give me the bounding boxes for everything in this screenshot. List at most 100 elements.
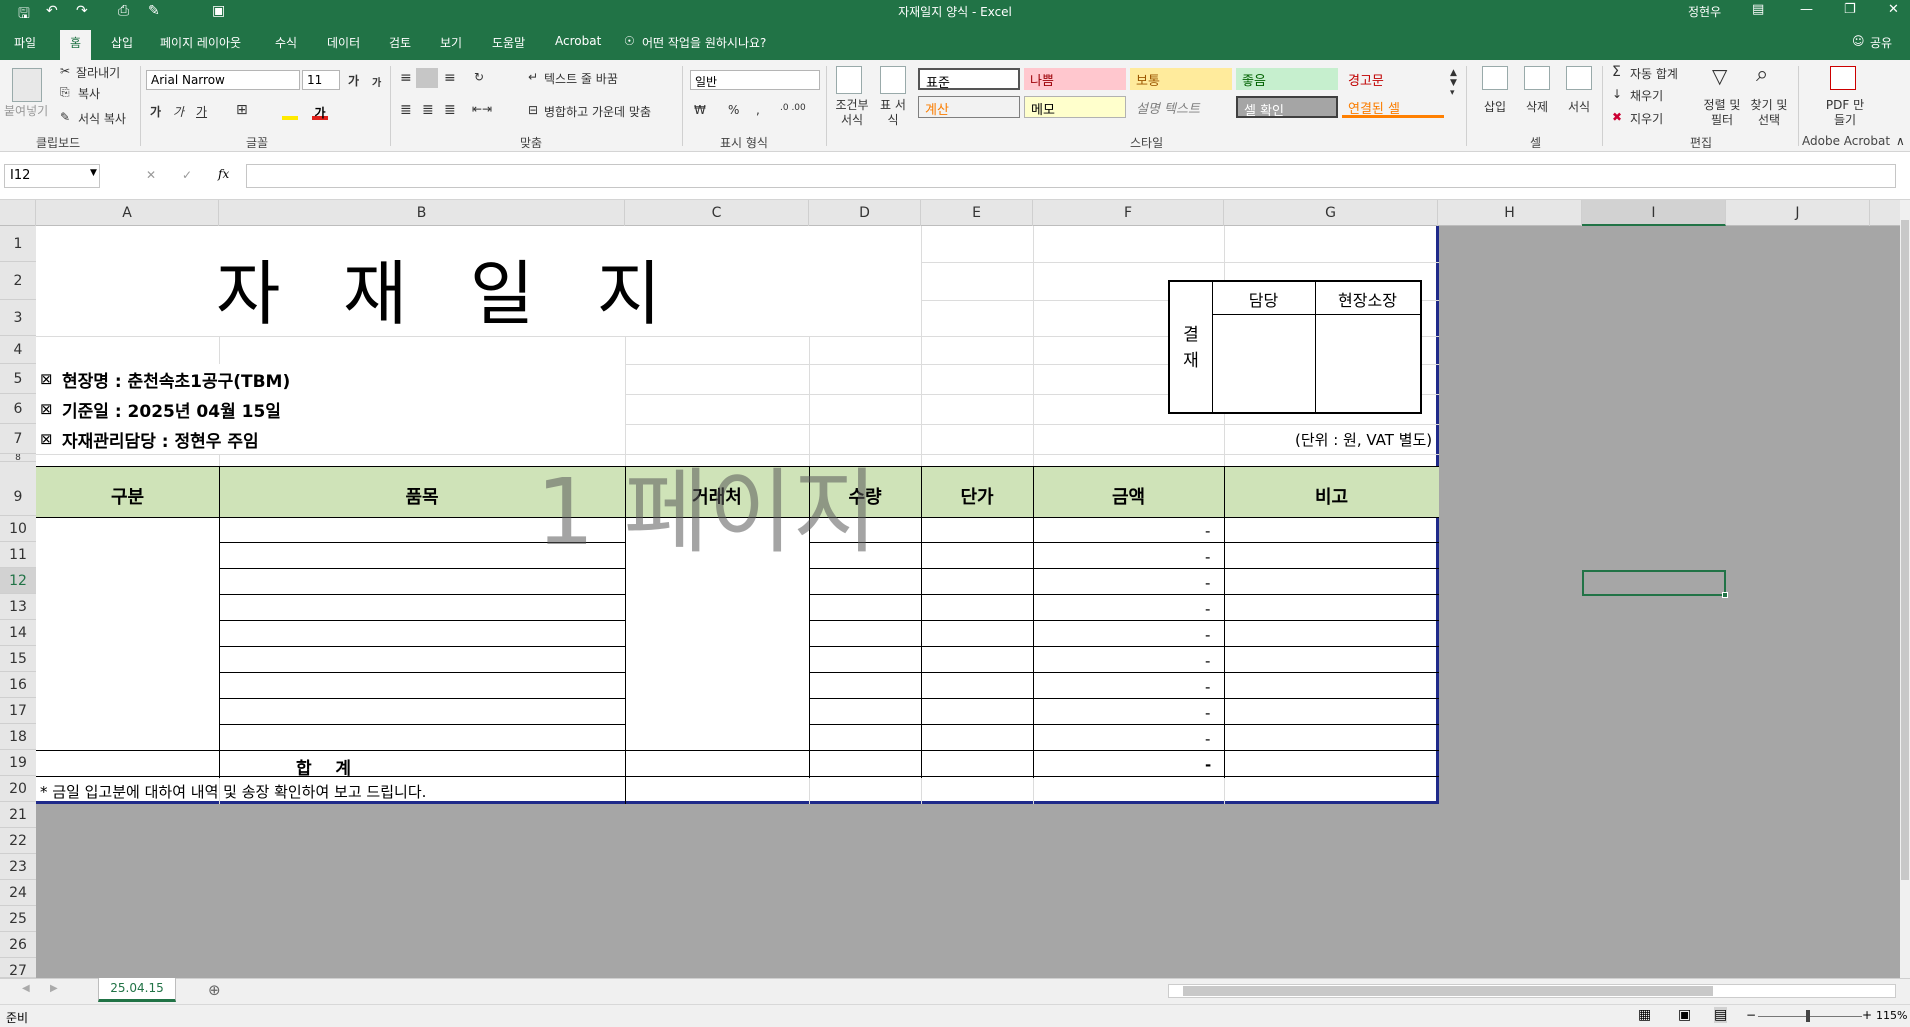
- col-header-g[interactable]: G: [1224, 200, 1438, 226]
- worksheet-grid[interactable]: 자 재 일 지 ⊠ 현장명 : 춘천속초1공구(TBM) ⊠ 기준일 : 202…: [36, 226, 1900, 978]
- enter-icon[interactable]: ✓: [182, 168, 192, 182]
- style-normal[interactable]: 표준: [918, 68, 1020, 90]
- align-middle-icon[interactable]: [416, 68, 438, 88]
- tab-data[interactable]: 데이터: [327, 34, 360, 51]
- horizontal-scrollbar[interactable]: [1168, 984, 1896, 998]
- fill-handle[interactable]: [1722, 592, 1728, 598]
- currency-icon[interactable]: ₩: [694, 103, 706, 117]
- tab-formulas[interactable]: 수식: [275, 34, 297, 51]
- tab-page-layout[interactable]: 페이지 레이아웃: [160, 34, 241, 51]
- col-header-a[interactable]: A: [36, 200, 219, 226]
- row-header[interactable]: 10: [0, 516, 36, 542]
- tab-review[interactable]: 검토: [389, 34, 411, 51]
- row-header[interactable]: 23: [0, 854, 36, 880]
- zoom-in-icon[interactable]: +: [1862, 1008, 1872, 1022]
- format-painter-button[interactable]: 서식 복사: [78, 110, 126, 127]
- col-header-i[interactable]: I: [1582, 200, 1726, 226]
- style-note[interactable]: 메모: [1024, 96, 1126, 118]
- col-header-j[interactable]: J: [1726, 200, 1870, 226]
- col-header-b[interactable]: B: [219, 200, 625, 226]
- tab-help[interactable]: 도움말: [492, 34, 525, 51]
- name-box-dropdown-icon[interactable]: ▼: [90, 168, 97, 178]
- insert-function-button[interactable]: fx: [218, 167, 229, 181]
- find-icon[interactable]: ⌕: [1756, 62, 1768, 87]
- style-neutral[interactable]: 보통: [1130, 68, 1232, 90]
- fill-button[interactable]: 채우기: [1630, 87, 1663, 104]
- zoom-level[interactable]: 115%: [1876, 1009, 1907, 1022]
- name-box[interactable]: I12: [4, 164, 100, 188]
- row-header[interactable]: 12: [0, 568, 36, 594]
- sort-filter-button[interactable]: 정렬 및 필터: [1702, 98, 1742, 128]
- indent-icon[interactable]: ⇤⇥: [472, 102, 492, 116]
- ribbon-display-icon[interactable]: ▤: [1752, 2, 1764, 17]
- style-check-cell[interactable]: 셀 확인: [1236, 96, 1338, 118]
- sigma-icon[interactable]: Σ: [1612, 64, 1621, 80]
- row-header[interactable]: 11: [0, 542, 36, 568]
- conditional-format-button[interactable]: 조건부 서식: [832, 98, 872, 128]
- selected-cell[interactable]: [1582, 570, 1726, 596]
- row-header[interactable]: 18: [0, 724, 36, 750]
- row-header[interactable]: 24: [0, 880, 36, 906]
- paste-icon[interactable]: [12, 68, 42, 102]
- delete-cells-icon[interactable]: [1524, 66, 1550, 90]
- col-header-c[interactable]: C: [625, 200, 809, 226]
- horizontal-scroll-thumb[interactable]: [1183, 986, 1713, 996]
- row-header[interactable]: 7: [0, 424, 36, 454]
- shrink-font-button[interactable]: 가: [372, 74, 381, 89]
- row-header[interactable]: 20: [0, 776, 36, 802]
- user-name[interactable]: 정현우: [1688, 3, 1721, 20]
- merge-center-button[interactable]: 병합하고 가운데 맞춤: [544, 103, 651, 120]
- comma-button[interactable]: ,: [756, 103, 760, 117]
- share-icon[interactable]: ☺: [1852, 34, 1865, 48]
- fill-color-icon[interactable]: [282, 104, 298, 120]
- row-header[interactable]: 15: [0, 646, 36, 672]
- style-bad[interactable]: 나쁨: [1024, 68, 1126, 90]
- zoom-out-icon[interactable]: −: [1746, 1008, 1756, 1022]
- cancel-icon[interactable]: ✕: [146, 168, 156, 182]
- formula-input[interactable]: [246, 164, 1896, 188]
- row-header[interactable]: 5: [0, 364, 36, 394]
- tab-view[interactable]: 보기: [440, 34, 462, 51]
- restore-icon[interactable]: ❐: [1844, 2, 1856, 17]
- row-header[interactable]: 19: [0, 750, 36, 776]
- style-explanatory[interactable]: 설명 텍스트: [1130, 96, 1232, 118]
- delete-cells-button[interactable]: 삭제: [1526, 98, 1548, 115]
- row-header[interactable]: 26: [0, 932, 36, 958]
- collapse-ribbon-icon[interactable]: ∧: [1896, 134, 1905, 148]
- tab-insert[interactable]: 삽입: [111, 34, 133, 51]
- clear-button[interactable]: 지우기: [1630, 110, 1663, 127]
- sheet-tab-active[interactable]: 25.04.15: [98, 978, 176, 1002]
- wrap-text-icon[interactable]: ↵: [528, 70, 538, 84]
- col-header-e[interactable]: E: [921, 200, 1033, 226]
- row-header[interactable]: 16: [0, 672, 36, 698]
- font-color-icon[interactable]: 가: [312, 104, 328, 120]
- minimize-icon[interactable]: —: [1800, 2, 1813, 17]
- align-right-icon[interactable]: ≣: [444, 102, 456, 118]
- tab-file[interactable]: 파일: [14, 34, 36, 51]
- page-layout-view-icon[interactable]: ▣: [1678, 1007, 1691, 1023]
- orientation-icon[interactable]: ↻: [474, 70, 484, 84]
- table-format-icon[interactable]: [880, 66, 906, 94]
- col-header-h[interactable]: H: [1438, 200, 1582, 226]
- scroll-left-icon[interactable]: ◀: [22, 983, 30, 994]
- cut-button[interactable]: 잘라내기: [76, 64, 120, 81]
- table-format-button[interactable]: 표 서식: [876, 98, 910, 128]
- grow-font-button[interactable]: 가: [348, 72, 359, 89]
- row-header[interactable]: 6: [0, 394, 36, 424]
- align-top-icon[interactable]: ≡: [400, 70, 412, 86]
- font-name-select[interactable]: Arial Narrow: [146, 70, 300, 90]
- row-header[interactable]: 27: [0, 958, 36, 979]
- align-center-icon[interactable]: ≣: [422, 102, 434, 118]
- vertical-scrollbar[interactable]: [1900, 200, 1910, 978]
- row-header[interactable]: 1: [0, 226, 36, 262]
- row-header[interactable]: 3: [0, 300, 36, 336]
- row-header[interactable]: 8: [0, 454, 36, 462]
- conditional-format-icon[interactable]: [836, 66, 862, 94]
- row-header[interactable]: 2: [0, 262, 36, 300]
- style-linked-cell[interactable]: 연결된 셀: [1342, 96, 1444, 118]
- wrap-text-button[interactable]: 텍스트 줄 바꿈: [544, 70, 618, 87]
- number-format-select[interactable]: 일반: [690, 70, 820, 90]
- close-icon[interactable]: ✕: [1888, 2, 1899, 17]
- scissors-icon[interactable]: ✂: [60, 64, 70, 78]
- copy-button[interactable]: 복사: [78, 85, 100, 102]
